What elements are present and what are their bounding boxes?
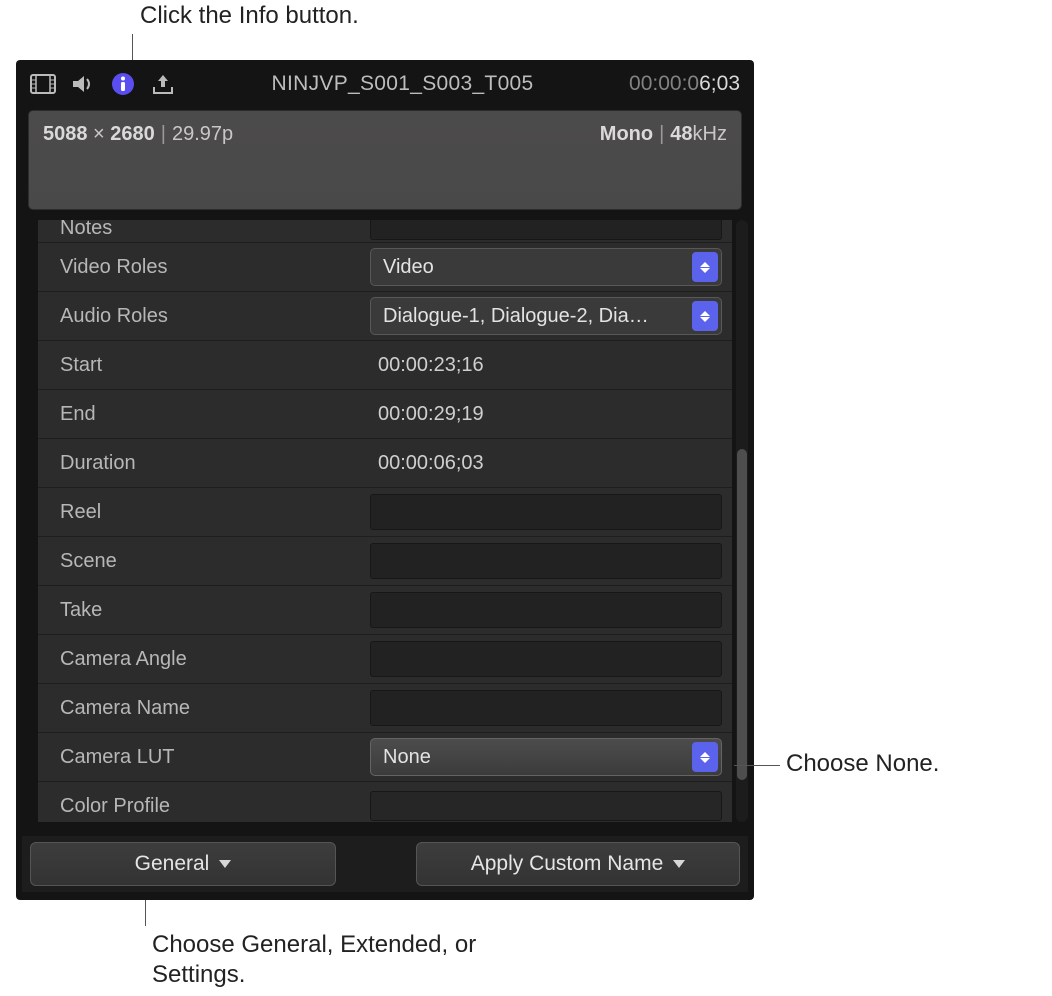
row-notes: Notes [38, 220, 732, 242]
label-take: Take [60, 599, 370, 622]
audio-unit: kHz [693, 123, 727, 145]
row-start: Start 00:00:23;16 [38, 340, 732, 389]
row-audio-roles: Audio Roles Dialogue-1, Dialogue-2, Dia… [38, 291, 732, 340]
inspector-footer: General Apply Custom Name [22, 836, 748, 892]
row-camera-angle: Camera Angle [38, 634, 732, 683]
metadata-scroll-region: Notes Video Roles Video Audio Roles Dial… [38, 220, 732, 822]
camera-lut-value: None [383, 746, 431, 769]
end-value: 00:00:29;19 [370, 403, 484, 426]
duration-value: 00:00:06;03 [370, 452, 484, 475]
label-end: End [60, 403, 370, 426]
label-camera-angle: Camera Angle [60, 648, 370, 671]
chevron-updown-icon [692, 252, 718, 282]
inspector-header: NINJVP_S001_S003_T005 00:00:06;03 [22, 66, 748, 106]
camera-name-input[interactable] [370, 690, 722, 726]
metadata-view-label: General [135, 852, 210, 876]
label-start: Start [60, 354, 370, 377]
row-camera-name: Camera Name [38, 683, 732, 732]
inspector-panel: NINJVP_S001_S003_T005 00:00:06;03 5088 ×… [16, 60, 754, 900]
label-duration: Duration [60, 452, 370, 475]
label-camera-name: Camera Name [60, 697, 370, 720]
label-notes: Notes [60, 220, 370, 240]
video-format: 5088 × 2680|29.97p [43, 123, 233, 197]
reel-input[interactable] [370, 494, 722, 530]
row-scene: Scene [38, 536, 732, 585]
scrollbar[interactable] [736, 220, 748, 822]
label-audio-roles: Audio Roles [60, 305, 370, 328]
apply-custom-name-label: Apply Custom Name [471, 852, 664, 876]
video-roles-popup[interactable]: Video [370, 248, 722, 286]
row-duration: Duration 00:00:06;03 [38, 438, 732, 487]
notes-input[interactable] [370, 220, 722, 240]
video-roles-value: Video [383, 256, 434, 279]
row-video-roles: Video Roles Video [38, 242, 732, 291]
callout-info-button: Click the Info button. [140, 2, 359, 30]
label-video-roles: Video Roles [60, 256, 370, 279]
row-color-profile: Color Profile [38, 781, 732, 822]
timecode-prefix: 00:00:0 [629, 72, 699, 95]
callout-line [734, 765, 780, 766]
audio-roles-value: Dialogue-1, Dialogue-2, Dia… [383, 305, 649, 328]
chevron-down-icon [219, 860, 231, 868]
label-reel: Reel [60, 501, 370, 524]
clip-format-summary: 5088 × 2680|29.97p Mono|48kHz [28, 110, 742, 210]
share-tab-icon[interactable] [150, 73, 176, 95]
video-width: 5088 [43, 123, 88, 145]
apply-custom-name-popup[interactable]: Apply Custom Name [416, 842, 740, 886]
video-tab-icon[interactable] [30, 73, 56, 95]
chevron-updown-icon [692, 301, 718, 331]
audio-roles-popup[interactable]: Dialogue-1, Dialogue-2, Dia… [370, 297, 722, 335]
start-value: 00:00:23;16 [370, 354, 484, 377]
info-tab-icon[interactable] [110, 73, 136, 95]
label-color-profile: Color Profile [60, 795, 370, 818]
camera-lut-popup[interactable]: None [370, 738, 722, 776]
metadata-view-popup[interactable]: General [30, 842, 336, 886]
callout-choose-none: Choose None. [786, 750, 939, 778]
scrollbar-thumb[interactable] [737, 449, 747, 780]
video-fps: 29.97p [172, 123, 233, 145]
audio-channels: Mono [600, 123, 653, 145]
callout-choose-general: Choose General, Extended, or Settings. [152, 930, 512, 990]
camera-angle-input[interactable] [370, 641, 722, 677]
clip-title: NINJVP_S001_S003_T005 [190, 72, 615, 96]
scene-input[interactable] [370, 543, 722, 579]
row-end: End 00:00:29;19 [38, 389, 732, 438]
color-profile-input[interactable] [370, 791, 722, 821]
row-camera-lut: Camera LUT None [38, 732, 732, 781]
label-camera-lut: Camera LUT [60, 746, 370, 769]
audio-tab-icon[interactable] [70, 73, 96, 95]
audio-format: Mono|48kHz [600, 123, 727, 197]
label-scene: Scene [60, 550, 370, 573]
row-take: Take [38, 585, 732, 634]
clip-timecode: 00:00:06;03 [629, 72, 740, 96]
chevron-updown-icon [692, 742, 718, 772]
take-input[interactable] [370, 592, 722, 628]
row-reel: Reel [38, 487, 732, 536]
video-height: 2680 [110, 123, 155, 145]
chevron-down-icon [673, 860, 685, 868]
audio-rate: 48 [670, 123, 692, 145]
timecode-tail: 6;03 [699, 72, 740, 95]
callout-line [145, 900, 146, 926]
